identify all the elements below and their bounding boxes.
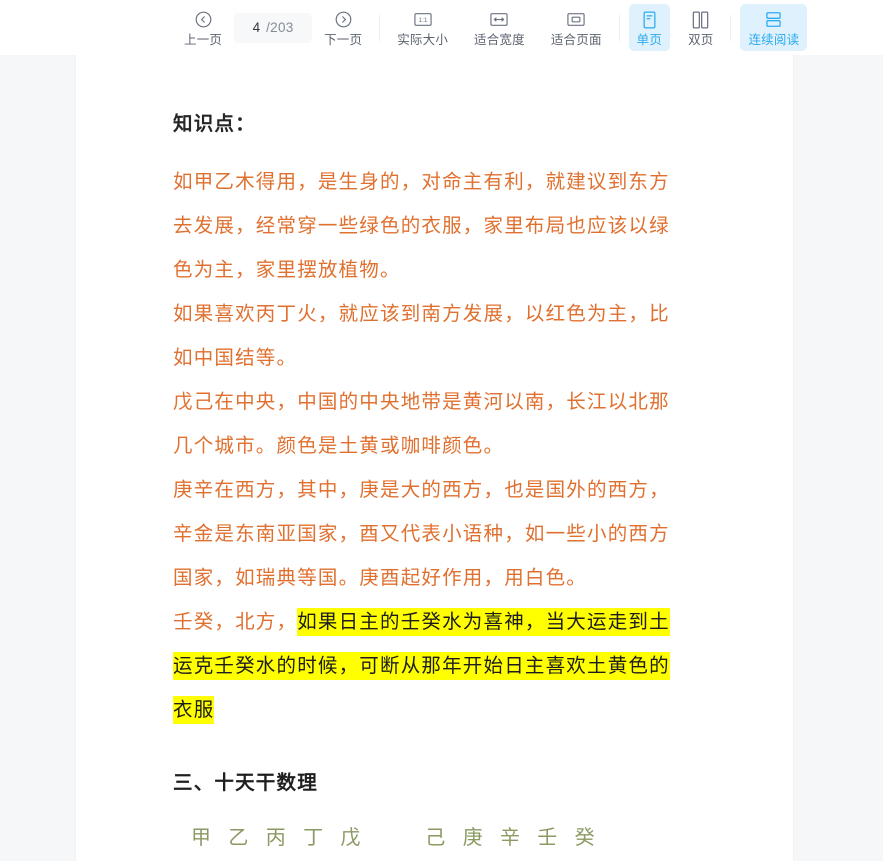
document-viewport[interactable]: 知识点： 如甲乙木得用，是生身的，对命主有利，就建议到东方 去发展，经常穿一些绿… [0,55,883,861]
fit-width-icon [489,9,509,31]
fit-page-button[interactable]: 适合页面 [543,4,610,51]
actual-size-label: 实际大小 [397,32,449,47]
page-content: 知识点： 如甲乙木得用，是生身的，对命主有利，就建议到东方 去发展，经常穿一些绿… [76,55,793,861]
doc-text-line-with-highlight: 壬癸，北方，如果日主的壬癸水为喜神，当大运走到土 [76,600,793,644]
prev-page-label: 上一页 [184,32,223,47]
heading-gap [76,146,793,160]
page-number-input[interactable]: 4 /203 [234,12,313,43]
paragraph-jia-yi: 如甲乙木得用，是生身的，对命主有利，就建议到东方 去发展，经常穿一些绿色的衣服，… [76,160,793,292]
paragraph-wu-ji: 戊己在中央，中国的中央地带是黄河以南，长江以北那 几个城市。颜色是土黄或咖啡颜色… [76,380,793,468]
doc-text-line: 国家，如瑞典等国。庚酉起好作用，用白色。 [173,566,588,589]
next-page-button[interactable]: 下一页 [316,4,370,51]
toolbar-divider-3 [730,14,732,41]
one-to-one-icon: 1:1 [413,9,433,31]
double-page-icon [691,9,710,31]
doc-text-line: 如甲乙木得用，是生身的，对命主有利，就建议到东方 [173,170,670,193]
prev-page-button[interactable]: 上一页 [176,4,230,51]
stems-right-group: 己 庚 辛 壬 癸 [425,825,601,849]
doc-text-line: 如果喜欢丙丁火，就应该到南方发展，以红色为主，比 [173,302,670,325]
doc-text-line-highlighted: 运克壬癸水的时候，可断从那年开始日主喜欢土黄色的 [76,644,793,688]
page-current-value: 4 [252,20,261,35]
highlight-mark: 运克壬癸水的时候，可断从那年开始日主喜欢土黄色的 [173,652,670,680]
doc-text-line: 如中国结等。 [173,346,298,369]
fit-page-icon [566,9,586,31]
numbers-row: 1 2 3 4 5 6 7 8 9 10 (0) [76,857,793,861]
double-page-label: 双页 [688,32,714,47]
pdf-reader-window: 上一页 4 /203 下一页 1:1 实际大小 适合宽度 适合页面 单页 双页 … [0,0,883,861]
stems-row: 甲 乙 丙 丁 戊 己 庚 辛 壬 癸 [76,817,793,857]
section-title-ten-stems: 三、十天干数理 [173,771,318,794]
single-page-label: 单页 [636,32,663,47]
single-page-icon [641,9,658,31]
double-page-button[interactable]: 双页 [680,4,721,51]
chevron-left-circle-icon [194,9,213,31]
continuous-scroll-button[interactable]: 连续阅读 [740,4,808,51]
doc-text-line: 戊己在中央，中国的中央地带是黄河以南，长江以北那 [173,390,670,413]
paragraph-ren-gui-highlighted: 壬癸，北方，如果日主的壬癸水为喜神，当大运走到土 运克壬癸水的时候，可断从那年开… [76,600,793,732]
fit-width-button[interactable]: 适合宽度 [466,4,533,51]
continuous-scroll-label: 连续阅读 [748,32,800,47]
table-gap [76,795,793,817]
paragraph-bing-ding: 如果喜欢丙丁火，就应该到南方发展，以红色为主，比 如中国结等。 [76,292,793,380]
toolbar-divider-1 [379,14,381,41]
doc-text-line: 庚辛在西方，其中，庚是大的西方，也是国外的西方， [173,478,670,501]
actual-size-button[interactable]: 1:1 实际大小 [389,4,456,51]
next-page-label: 下一页 [324,32,363,47]
paragraph-geng-xin: 庚辛在西方，其中，庚是大的西方，也是国外的西方， 辛金是东南亚国家，酉又代表小语… [76,468,793,600]
highlight-mark: 衣服 [173,696,215,724]
knowledge-point-heading: 知识点： [173,112,256,135]
chevron-right-circle-icon [334,9,353,31]
single-page-button[interactable]: 单页 [628,4,671,51]
page-total-label: /203 [266,20,294,35]
page-sheet-4: 知识点： 如甲乙木得用，是生身的，对命主有利，就建议到东方 去发展，经常穿一些绿… [76,55,793,861]
fit-width-label: 适合宽度 [474,32,525,47]
svg-text:1:1: 1:1 [418,17,427,24]
reader-toolbar: 上一页 4 /203 下一页 1:1 实际大小 适合宽度 适合页面 单页 双页 … [0,0,883,55]
fit-page-label: 适合页面 [550,32,602,47]
doc-text-line: 色为主，家里摆放植物。 [173,258,401,281]
stems-column-gap [366,825,425,849]
lead-text: 壬癸，北方， [173,610,298,633]
doc-text-line: 去发展，经常穿一些绿色的衣服，家里布局也应该以绿 [173,214,670,237]
continuous-scroll-icon [764,9,783,31]
doc-text-line: 几个城市。颜色是土黄或咖啡颜色。 [173,434,505,457]
stems-left-group: 甲 乙 丙 丁 戊 [191,825,366,849]
doc-text-line: 辛金是东南亚国家，酉又代表小语种，如一些小的西方 [173,522,670,545]
highlight-mark: 如果日主的壬癸水为喜神，当大运走到土 [297,608,670,636]
doc-text-line-highlighted: 衣服 [76,688,793,732]
toolbar-divider-2 [618,14,620,41]
